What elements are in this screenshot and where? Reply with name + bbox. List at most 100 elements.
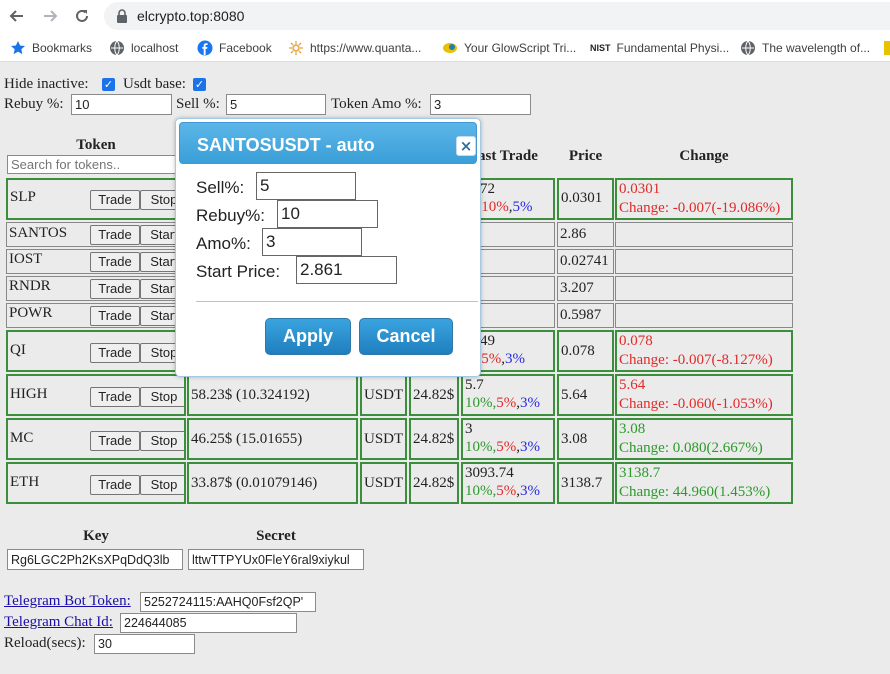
bookmark-label: The wavelength of... xyxy=(762,41,871,55)
token-search-input[interactable] xyxy=(7,155,177,174)
secret-header: Secret xyxy=(256,528,296,544)
trade-button[interactable]: Trade xyxy=(90,431,140,451)
value-amount: 24.82$ xyxy=(413,431,455,447)
change-cell: 0.078 Change: -0.007(-8.127%) xyxy=(615,330,793,372)
apply-button[interactable]: Apply xyxy=(265,318,351,355)
dialog-divider xyxy=(196,301,478,302)
address-bar[interactable]: elcrypto.top:8080 xyxy=(104,2,890,30)
usdt-base-checkbox[interactable]: ✓ xyxy=(193,78,206,91)
browser-toolbar: elcrypto.top:8080 xyxy=(0,0,890,32)
trade-button[interactable]: Trade xyxy=(90,252,140,272)
bookmark-item[interactable]: NIST Fundamental Physi... xyxy=(590,40,729,56)
sell-label: Sell %: xyxy=(176,96,220,112)
price-cell: 0.0301 xyxy=(557,178,614,220)
last-trade-value: 3093.74 xyxy=(465,465,514,481)
value-amount: 24.82$ xyxy=(413,387,455,403)
arrow-right-icon xyxy=(44,10,58,22)
change-cell xyxy=(615,222,793,247)
token-cell: MC Trade Stop xyxy=(6,418,186,460)
bookmark-item[interactable]: Your GlowScript Tri... xyxy=(442,40,576,56)
trade-button[interactable]: Trade xyxy=(90,279,140,299)
telegram-chat-id-link[interactable]: Telegram Chat Id: xyxy=(4,614,113,631)
stop-button[interactable]: Stop xyxy=(140,475,184,495)
token-amo-input[interactable] xyxy=(430,94,531,115)
globe-icon xyxy=(110,40,124,56)
amo-pct: 3% xyxy=(520,439,540,455)
trade-button[interactable]: Trade xyxy=(90,225,140,245)
sell-pct: 10% xyxy=(481,199,509,215)
cancel-button[interactable]: Cancel xyxy=(359,318,453,355)
dialog-amo-input[interactable] xyxy=(262,228,362,256)
hide-inactive-checkbox[interactable]: ✓ xyxy=(102,78,115,91)
bookmark-item[interactable]: Bookmarks xyxy=(10,40,92,56)
change-header: Change xyxy=(679,148,729,164)
price-cell: 3.207 xyxy=(557,276,614,301)
price-cell: 0.5987 xyxy=(557,303,614,328)
price-cell: 3.08 xyxy=(557,418,614,460)
hide-inactive-label: Hide inactive: xyxy=(4,76,89,92)
bookmark-item[interactable]: https://www.quanta... xyxy=(288,40,421,56)
change-value: 3138.7 xyxy=(619,465,661,481)
sell-pct: 5% xyxy=(496,483,517,499)
trade-button[interactable]: Trade xyxy=(90,190,140,210)
glowscript-icon xyxy=(443,43,457,53)
forward-button[interactable] xyxy=(37,3,63,29)
rebuy-pct: 10%, xyxy=(465,395,497,411)
token-settings-dialog: SANTOSUSDT - auto × Sell%: Rebuy%: Amo%:… xyxy=(175,118,481,377)
token-name: RNDR xyxy=(9,278,51,294)
trade-button[interactable]: Trade xyxy=(90,343,140,363)
token-amo-label: Token Amo %: xyxy=(331,96,422,112)
back-button[interactable] xyxy=(4,3,30,29)
bookmark-item[interactable]: localhost xyxy=(109,40,178,56)
reload-secs-label: Reload(secs): xyxy=(4,635,86,651)
api-key-input[interactable] xyxy=(7,549,183,570)
trade-button[interactable]: Trade xyxy=(90,306,140,326)
sell-pct: 5% xyxy=(496,395,517,411)
dialog-amo-label: Amo%: xyxy=(196,234,251,253)
url-text: elcrypto.top:8080 xyxy=(137,8,245,24)
base-cell: USDT xyxy=(360,418,407,460)
change-value: 0.0301 xyxy=(619,181,661,197)
reload-icon xyxy=(76,9,88,22)
token-cell: POWR Trade Start xyxy=(6,303,186,328)
star-icon xyxy=(11,41,25,55)
telegram-bot-token-input[interactable] xyxy=(140,592,316,612)
dialog-title: SANTOSUSDT - auto xyxy=(197,135,375,155)
change-text: Change: 44.960(1.453%) xyxy=(619,484,771,500)
trade-button[interactable]: Trade xyxy=(90,475,140,495)
trade-button[interactable]: Trade xyxy=(90,387,140,407)
rebuy-pct: 10%, xyxy=(465,439,497,455)
value-amount: 24.82$ xyxy=(413,475,455,491)
last-trade-value: 3 xyxy=(465,421,473,437)
bookmark-label: Your GlowScript Tri... xyxy=(464,41,577,55)
bookmark-item[interactable]: Facebook xyxy=(197,40,272,56)
token-cell: HIGH Trade Stop xyxy=(6,374,186,416)
token-name: MC xyxy=(10,430,34,446)
last-trade-cell: 3093.74 10%,5%,3% xyxy=(461,462,555,504)
token-name: IOST xyxy=(9,251,43,267)
dialog-start-price-input[interactable] xyxy=(296,256,397,284)
change-text: Change: -0.060(-1.053%) xyxy=(619,396,773,412)
change-value: 0.078 xyxy=(619,333,653,349)
token-name: POWR xyxy=(9,305,53,321)
dialog-titlebar[interactable]: SANTOSUSDT - auto × xyxy=(179,122,477,164)
reload-secs-input[interactable] xyxy=(94,634,195,654)
sell-input[interactable] xyxy=(226,94,326,115)
telegram-chat-id-input[interactable] xyxy=(120,613,297,633)
dialog-sell-input[interactable] xyxy=(256,172,356,200)
stop-button[interactable]: Stop xyxy=(140,431,184,451)
change-value: 5.64 xyxy=(619,377,646,393)
reload-button[interactable] xyxy=(69,3,95,29)
api-secret-input[interactable] xyxy=(188,549,364,570)
rebuy-input[interactable] xyxy=(71,94,172,115)
telegram-bot-token-link[interactable]: Telegram Bot Token: xyxy=(4,593,131,610)
rebuy-label: Rebuy %: xyxy=(4,96,64,112)
stop-button[interactable]: Stop xyxy=(140,387,184,407)
price-cell: 2.86 xyxy=(557,222,614,247)
close-icon[interactable]: × xyxy=(456,136,476,156)
dialog-rebuy-input[interactable] xyxy=(277,200,378,228)
token-cell: RNDR Trade Start xyxy=(6,276,186,301)
bookmark-item[interactable]: The wavelength of... xyxy=(740,40,870,56)
token-name: HIGH xyxy=(10,386,48,402)
bookmark-label: https://www.quanta... xyxy=(310,41,422,55)
